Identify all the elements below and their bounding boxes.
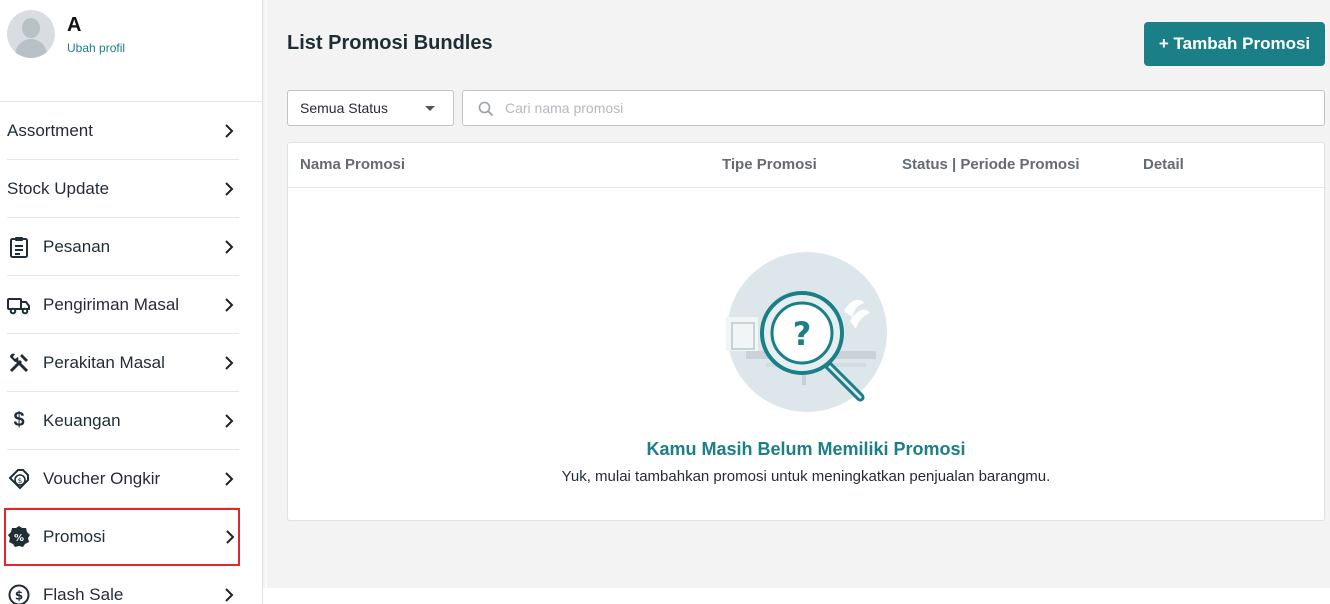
sidebar-item-pengiriman-masal[interactable]: Pengiriman Masal <box>7 276 239 334</box>
column-header-nama-promosi: Nama Promosi <box>300 156 406 173</box>
clipboard-icon <box>7 235 31 259</box>
chevron-right-icon <box>225 588 234 602</box>
sidebar-item-label: Promosi <box>43 526 106 546</box>
status-filter-value: Semua Status <box>300 100 388 116</box>
chevron-right-icon <box>225 471 234 486</box>
chevron-right-icon <box>225 123 234 138</box>
chevron-right-icon <box>225 239 234 254</box>
sidebar-item-label: Keuangan <box>43 410 121 430</box>
sidebar-item-pesanan[interactable]: Pesanan <box>7 218 239 276</box>
main-content: List Promosi Bundles + Tambah Promosi Se… <box>267 0 1330 588</box>
sidebar-item-label: Stock Update <box>7 178 110 198</box>
avatar[interactable] <box>7 10 55 58</box>
page-title: List Promosi Bundles <box>287 32 493 54</box>
sidebar-item-voucher-ongkir[interactable]: $ Voucher Ongkir <box>7 450 239 508</box>
percent-badge-icon: % <box>7 525 31 549</box>
chevron-right-icon <box>226 529 235 544</box>
sidebar-item-stock-update[interactable]: Stock Update <box>7 160 239 218</box>
dollar-circle-icon: $ <box>7 583 31 604</box>
sidebar-item-label: Perakitan Masal <box>43 352 165 372</box>
search-box[interactable] <box>462 90 1325 126</box>
search-icon <box>478 101 494 117</box>
svg-text:$: $ <box>18 477 22 485</box>
add-promotion-button[interactable]: + Tambah Promosi <box>1144 22 1325 66</box>
sidebar-item-label: Assortment <box>7 120 93 140</box>
truck-icon <box>7 293 31 317</box>
sidebar-item-label: Pengiriman Masal <box>43 294 180 314</box>
chevron-right-icon <box>225 355 234 370</box>
sidebar-item-label: Voucher Ongkir <box>43 468 161 488</box>
table-header: Nama Promosi Tipe Promosi Status | Perio… <box>288 143 1324 188</box>
search-input[interactable] <box>505 91 1305 125</box>
profile-section: A Ubah profil <box>0 0 262 102</box>
sidebar-menu: Assortment Stock Update Pesanan Pengirim… <box>4 102 240 604</box>
chevron-right-icon <box>225 297 234 312</box>
svg-text:%: % <box>14 533 24 544</box>
column-header-tipe-promosi: Tipe Promosi <box>722 156 817 173</box>
sidebar-item-label: Flash Sale <box>43 585 124 604</box>
column-header-status-periode: Status | Periode Promosi <box>902 156 1080 173</box>
voucher-icon: $ <box>7 467 31 491</box>
profile-name: A <box>67 14 82 36</box>
sidebar-item-label: Pesanan <box>43 236 111 256</box>
sidebar-item-promosi[interactable]: % Promosi <box>4 508 240 566</box>
sidebar: A Ubah profil Assortment Stock Update Pe… <box>0 0 263 604</box>
svg-text:$: $ <box>15 589 23 603</box>
svg-text:?: ? <box>793 315 812 353</box>
column-header-detail: Detail <box>1143 156 1184 173</box>
status-filter-select[interactable]: Semua Status <box>287 90 454 126</box>
empty-state-description: Yuk, mulai tambahkan promosi untuk menin… <box>561 468 1051 485</box>
sidebar-item-assortment[interactable]: Assortment <box>7 102 239 160</box>
empty-search-illustration: ? <box>726 252 887 412</box>
tools-icon <box>7 351 31 375</box>
chevron-right-icon <box>225 413 234 428</box>
chevron-right-icon <box>225 181 234 196</box>
caret-down-icon <box>425 106 435 111</box>
edit-profile-link[interactable]: Ubah profil <box>67 41 125 55</box>
sidebar-item-perakitan-masal[interactable]: Perakitan Masal <box>7 334 239 392</box>
empty-state-title: Kamu Masih Belum Memiliki Promosi <box>646 439 966 459</box>
dollar-icon: $ <box>13 409 25 431</box>
promotion-table: Nama Promosi Tipe Promosi Status | Perio… <box>287 142 1325 521</box>
sidebar-item-keuangan[interactable]: $ Keuangan <box>7 392 239 450</box>
sidebar-item-flash-sale[interactable]: $ Flash Sale <box>7 566 239 604</box>
